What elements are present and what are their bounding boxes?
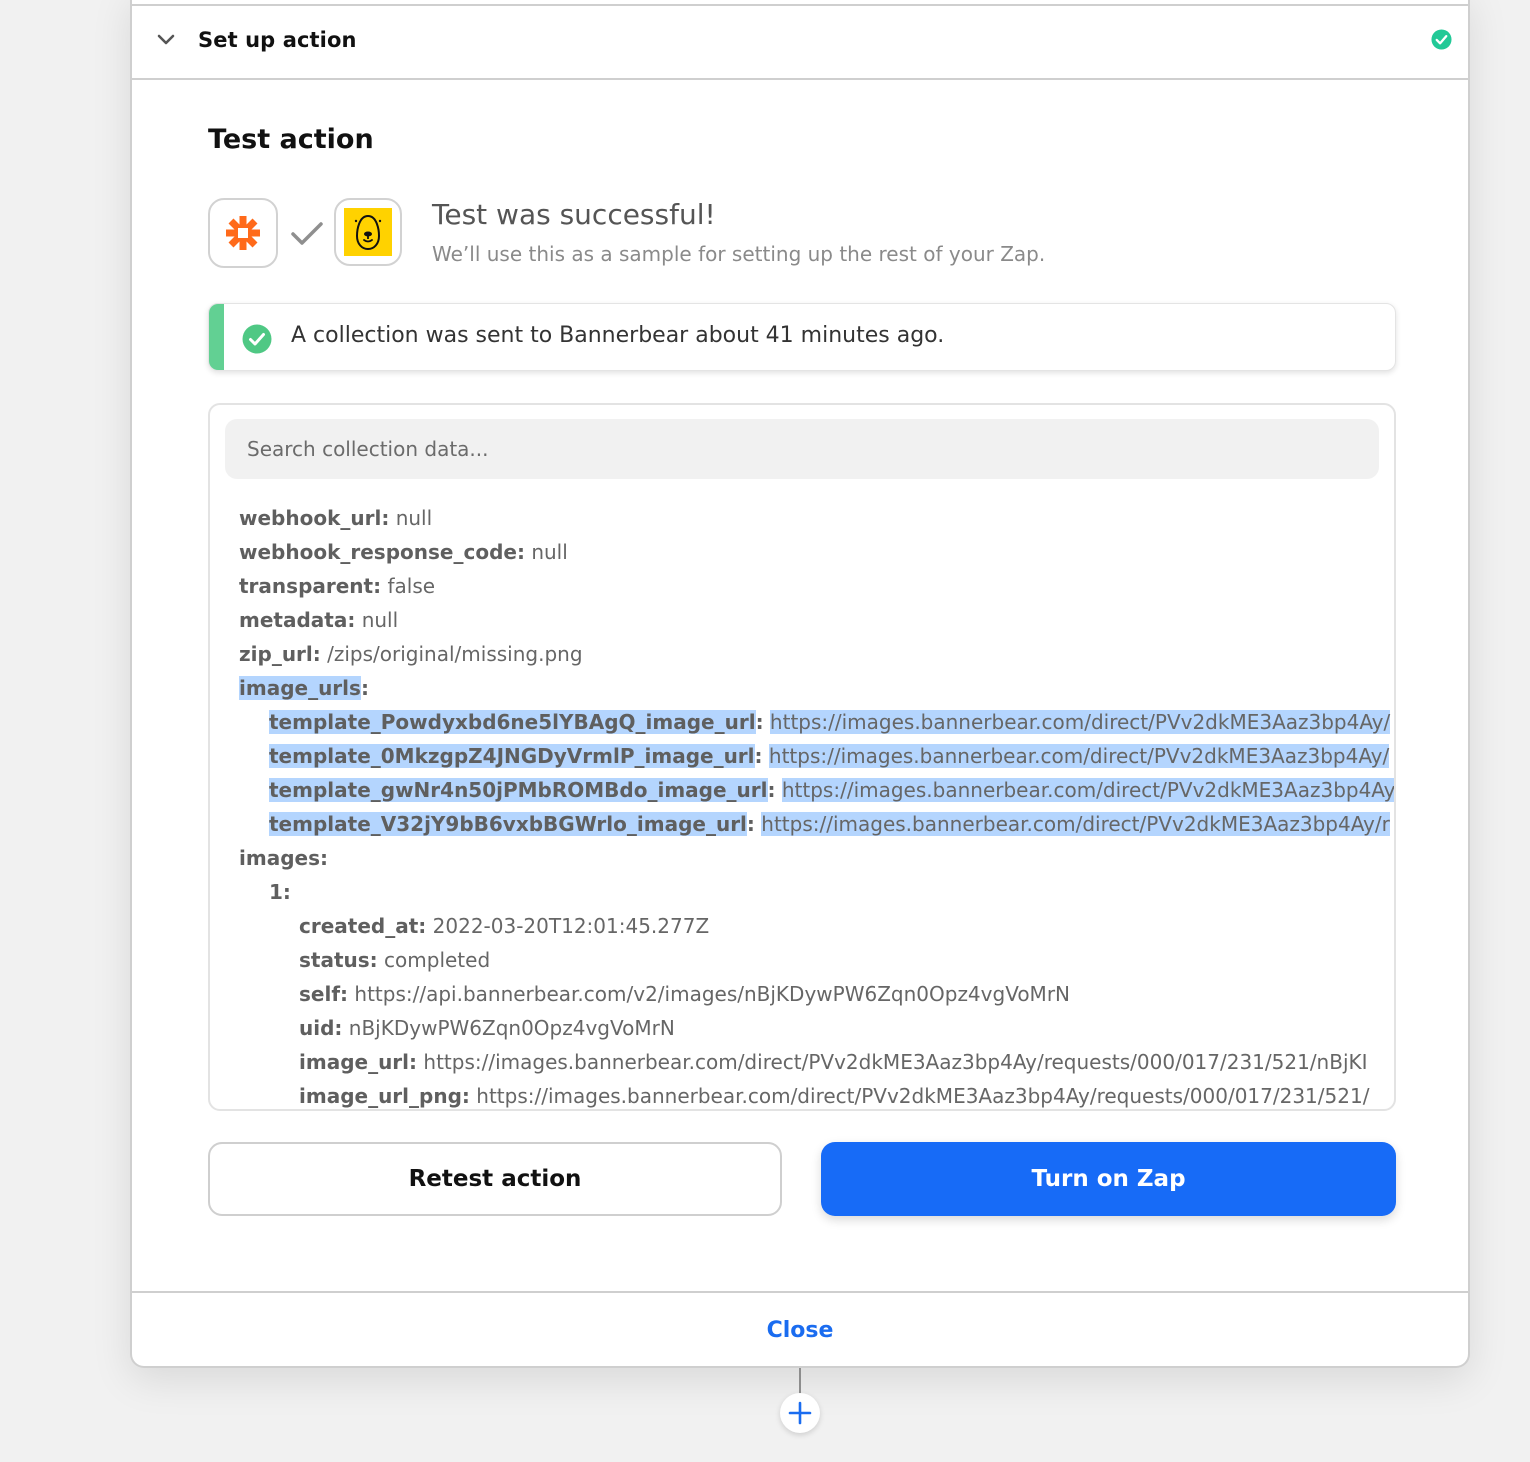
zapier-asterisk-icon [226,216,260,250]
data-row: webhook_response_code: null [239,540,568,564]
check-circle-icon [1431,29,1452,50]
data-row: self: https://api.bannerbear.com/v2/imag… [299,982,1070,1006]
data-row: template_0MkzgpZ4JNGDyVrmlP_image_url: h… [269,744,1390,768]
retest-action-button[interactable]: Retest action [208,1142,782,1216]
data-row-image-urls: image_urls: [239,676,369,700]
data-row: transparent: false [239,574,436,598]
success-title: Test was successful! [432,198,716,231]
data-row: image_url_png: https://images.bannerbear… [299,1084,1370,1108]
action-step-card: Set up action Test action Test was succe… [130,0,1470,1368]
bannerbear-bear-icon [344,208,392,256]
alert-accent-bar [209,304,224,370]
plus-icon [788,1401,812,1425]
data-row: metadata: null [239,608,399,632]
data-row: webhook_url: null [239,506,433,530]
search-collection-input[interactable] [225,419,1379,479]
alert-message: A collection was sent to Bannerbear abou… [291,323,945,348]
close-button[interactable]: Close [132,1293,1468,1366]
data-row: uid: nBjKDywPW6Zqn0Opz4vgVoMrN [299,1016,675,1040]
step-connector-line [799,1368,801,1396]
zap-editor-page: Set up action Test action Test was succe… [0,0,1530,1462]
data-row: created_at: 2022-03-20T12:01:45.277Z [299,914,710,938]
collection-data-tree[interactable]: webhook_url: null webhook_response_code:… [239,501,1394,1109]
zapier-app-tile [208,198,278,268]
data-row: status: completed [299,948,491,972]
data-row-index: 1: [269,880,291,904]
test-action-title: Test action [208,124,374,155]
section-title: Set up action [198,28,357,52]
chevron-down-icon[interactable] [156,33,176,47]
data-row-images: images: [239,846,328,870]
data-row: template_gwNr4n50jPMbROMBdo_image_url: h… [239,773,1394,807]
data-row: template_V32jY9bB6vxbBGWrlo_image_url: h… [269,812,1390,836]
check-circle-icon [242,324,272,354]
success-alert: A collection was sent to Bannerbear abou… [208,303,1396,371]
success-subtitle: We’ll use this as a sample for setting u… [432,242,1046,266]
add-step-button[interactable] [780,1393,820,1433]
collection-data-panel[interactable]: webhook_url: null webhook_response_code:… [208,403,1396,1111]
bannerbear-app-tile [334,198,402,266]
data-row: zip_url: /zips/original/missing.png [239,642,583,666]
data-row: template_Powdyxbd6ne5lYBAgQ_image_url: h… [269,710,1391,734]
turn-on-zap-button[interactable]: Turn on Zap [821,1142,1396,1216]
set-up-action-header[interactable]: Set up action [132,6,1468,80]
checkmark-icon [291,222,323,245]
data-row: image_url: https://images.bannerbear.com… [299,1050,1368,1074]
